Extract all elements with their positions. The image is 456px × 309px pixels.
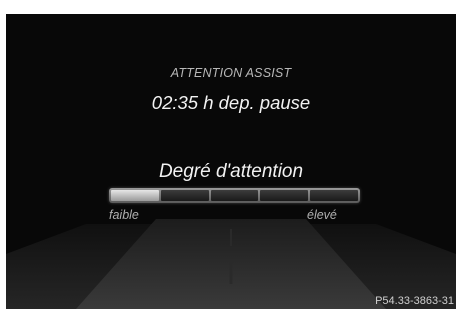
- image-reference-code: P54.33-3863-31: [375, 295, 454, 307]
- attention-level-segments: [111, 190, 358, 201]
- attention-degree-label: Degré d'attention: [158, 161, 304, 182]
- attention-segment: [310, 190, 358, 201]
- attention-segment: [111, 190, 159, 201]
- display-title: ATTENTION ASSIST: [170, 66, 292, 80]
- attention-segment: [160, 190, 209, 201]
- scale-high-label: élevé: [307, 208, 337, 222]
- scale-low-label: faible: [109, 208, 139, 222]
- attention-segment: [260, 190, 309, 201]
- attention-level-bar: [109, 188, 360, 203]
- attention-assist-display: ATTENTION ASSIST 02:35 h dep. pause Degr…: [6, 14, 456, 309]
- pause-recommendation: 02:35 h dep. pause: [151, 92, 311, 113]
- attention-segment: [210, 190, 259, 201]
